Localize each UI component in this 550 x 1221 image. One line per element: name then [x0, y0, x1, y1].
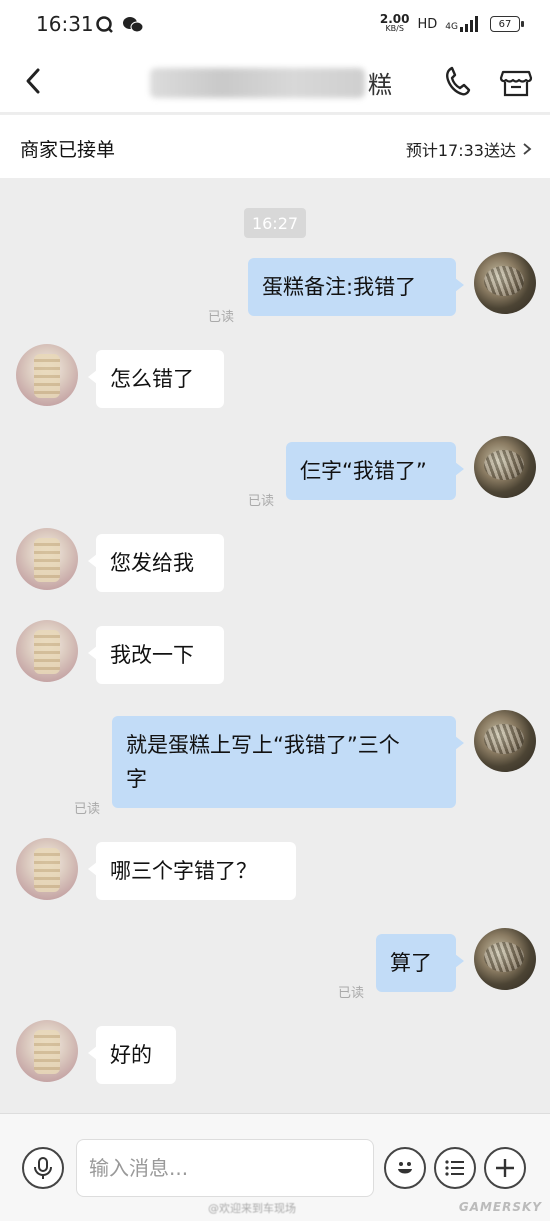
order-status-text: 商家已接单: [20, 139, 116, 161]
smile-icon: [398, 1162, 412, 1174]
q-app-icon: [96, 16, 114, 34]
chat-header: 糕: [0, 52, 550, 112]
shop-avatar[interactable]: [16, 344, 78, 406]
plus-icon: [496, 1159, 514, 1177]
message-bubble-me[interactable]: 就是蛋糕上写上“我错了”三个 字: [112, 716, 464, 808]
message-input[interactable]: [76, 1139, 374, 1197]
message-bubble-me[interactable]: 蛋糕备注:我错了: [248, 258, 464, 316]
read-receipt: 已读: [248, 494, 275, 509]
shop-avatar[interactable]: [16, 528, 78, 590]
order-eta-text: 预计17:33送达: [405, 141, 516, 160]
back-arrow-icon[interactable]: [18, 64, 52, 98]
net-speed: 2.00 KB/S: [379, 12, 410, 34]
voice-input-button[interactable]: [22, 1147, 64, 1189]
message-line: 就是蛋糕上写上“我错了”三个: [126, 733, 400, 757]
quick-reply-button[interactable]: [434, 1147, 476, 1189]
my-avatar[interactable]: [474, 252, 536, 314]
phone-icon[interactable]: [440, 64, 474, 98]
hd-label: HD: [417, 16, 438, 32]
weibo-watermark: @欢迎来到车现场: [208, 1202, 296, 1215]
chat-area[interactable]: 16:27 蛋糕备注:我错了 已读 怎么错了 仨字“我错了” 已读 您发给我 我…: [0, 178, 550, 1113]
message-line: 字: [126, 767, 147, 791]
my-avatar[interactable]: [474, 710, 536, 772]
net-speed-unit: KB/S: [385, 24, 404, 33]
message-bubble-shop[interactable]: 我改一下: [88, 626, 224, 684]
more-button[interactable]: [484, 1147, 526, 1189]
my-avatar[interactable]: [474, 928, 536, 990]
message-bubble-shop[interactable]: 好的: [88, 1026, 176, 1084]
read-receipt: 已读: [208, 310, 235, 325]
chat-timestamp: 16:27: [244, 208, 306, 238]
status-time: 16:31: [36, 12, 94, 36]
message-bubble-shop[interactable]: 您发给我: [88, 534, 224, 592]
shop-avatar[interactable]: [16, 838, 78, 900]
network-label: 4G: [445, 22, 458, 32]
status-indicators: 2.00 KB/S HD 4G 67: [379, 12, 524, 34]
shop-title-text: 糕: [368, 70, 392, 99]
input-bar: @欢迎来到车现场 GAMERSKY: [0, 1113, 550, 1221]
read-receipt: 已读: [74, 802, 101, 817]
microphone-icon: [34, 1157, 52, 1179]
signal-icon: 4G: [445, 16, 482, 32]
my-avatar[interactable]: [474, 436, 536, 498]
read-receipt: 已读: [338, 986, 365, 1001]
list-icon: [445, 1160, 464, 1176]
message-bubble-me[interactable]: 算了: [376, 934, 464, 992]
shop-title: 糕: [150, 64, 400, 100]
message-bubble-me[interactable]: 仨字“我错了”: [286, 442, 464, 500]
obscured-title-blur: [150, 68, 365, 98]
shop-avatar[interactable]: [16, 620, 78, 682]
net-speed-value: 2.00: [379, 12, 410, 26]
wechat-icon: [122, 16, 144, 34]
message-bubble-shop[interactable]: 哪三个字错了？: [88, 842, 296, 900]
order-eta-link[interactable]: 预计17:33送达: [406, 137, 532, 161]
battery-icon: 67: [490, 16, 524, 32]
shop-avatar[interactable]: [16, 1020, 78, 1082]
chevron-right-icon: [523, 143, 532, 155]
emoji-button[interactable]: [384, 1147, 426, 1189]
status-bar: 16:31 2.00 KB/S HD 4G 67: [0, 0, 550, 52]
order-status-bar: 商家已接单 预计17:33送达: [0, 114, 550, 178]
message-bubble-shop[interactable]: 怎么错了: [88, 350, 224, 408]
shop-icon[interactable]: [498, 64, 534, 100]
brand-watermark: GAMERSKY: [458, 1200, 542, 1214]
